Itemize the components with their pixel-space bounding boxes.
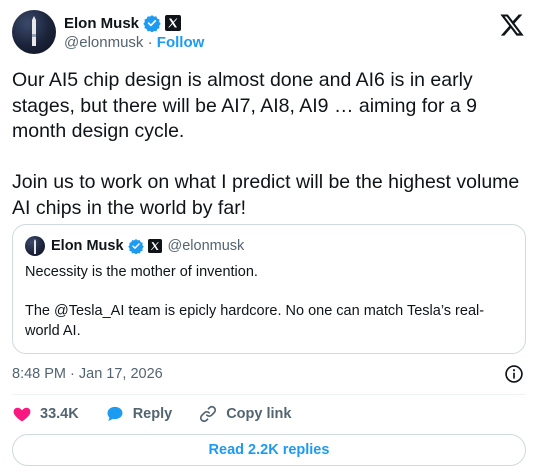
heart-icon (13, 407, 31, 422)
like-button[interactable]: 33.4K (12, 404, 79, 424)
rocket-icon (34, 239, 36, 254)
copy-link-button[interactable]: Copy link (198, 404, 291, 424)
tweet-meta: 8:48 PM · Jan 17, 2026 (12, 364, 526, 386)
quoted-author-handle: @elonmusk (167, 238, 245, 254)
tweet-header: Elon Musk @elonmusk · Follow (12, 8, 527, 60)
reply-label: Reply (132, 406, 173, 422)
tweet-text: Our AI5 chip design is almost done and A… (12, 69, 520, 219)
quoted-tweet-text: Necessity is the mother of invention. Th… (25, 264, 485, 339)
divider (12, 394, 526, 395)
author-name-row: Elon Musk (64, 12, 182, 34)
rocket-icon (32, 16, 36, 46)
reply-bubble-icon (107, 406, 123, 422)
reply-button[interactable]: Reply (105, 404, 173, 424)
info-icon[interactable] (504, 364, 524, 384)
verified-badge-icon (143, 15, 161, 32)
read-replies-button[interactable]: Read 2.2K replies (12, 434, 526, 466)
follow-button[interactable]: Follow (157, 34, 205, 51)
timestamp[interactable]: 8:48 PM · Jan 17, 2026 (12, 366, 163, 382)
avatar[interactable] (12, 10, 56, 54)
like-count: 33.4K (40, 406, 79, 422)
separator-dot: · (147, 34, 153, 51)
link-icon (200, 405, 217, 423)
quoted-tweet[interactable]: Elon Musk @elonmusk Necessity is the mot… (12, 224, 526, 354)
author-handle-row: @elonmusk · Follow (64, 34, 204, 51)
quoted-avatar (25, 236, 45, 256)
x-affiliate-icon (147, 239, 162, 253)
x-affiliate-icon (165, 15, 182, 31)
x-logo-icon[interactable] (499, 12, 525, 38)
copy-link-label: Copy link (226, 406, 292, 422)
verified-badge-icon (127, 239, 144, 254)
quoted-tweet-header: Elon Musk @elonmusk (25, 236, 244, 256)
action-bar: 33.4K Reply Copy link (12, 401, 317, 427)
author-name[interactable]: Elon Musk (64, 15, 139, 32)
quoted-author-name: Elon Musk (51, 238, 124, 254)
author-handle[interactable]: @elonmusk (64, 34, 143, 51)
